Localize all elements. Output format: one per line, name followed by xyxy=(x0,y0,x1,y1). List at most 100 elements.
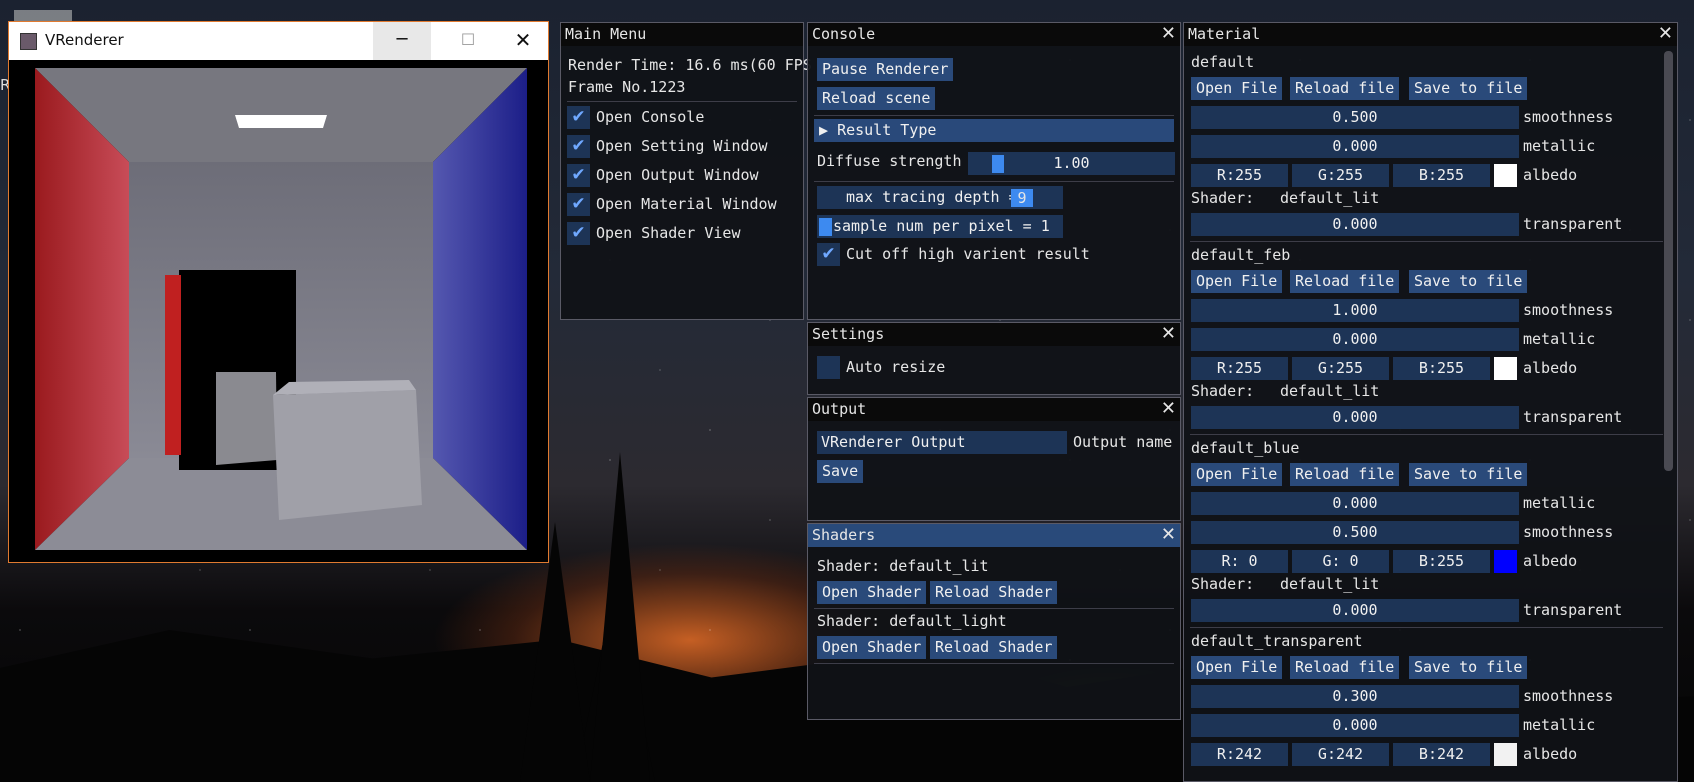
reload-shader-button[interactable]: Reload Shader xyxy=(930,581,1058,604)
transparent-slider[interactable]: 0.000 xyxy=(1191,599,1519,622)
vrenderer-window[interactable]: VRenderer ─ ☐ ✕ xyxy=(8,21,549,563)
red-channel-input[interactable]: R:242 xyxy=(1191,743,1288,766)
save-to-file-button[interactable]: Save to file xyxy=(1409,270,1528,293)
maximize-icon[interactable]: ☐ xyxy=(439,22,497,60)
slider-grab[interactable] xyxy=(992,155,1004,173)
material-slider[interactable]: 0.000 xyxy=(1191,135,1519,158)
close-icon[interactable]: ✕ xyxy=(1161,23,1176,44)
settings-title[interactable]: Settings ✕ xyxy=(808,323,1180,346)
menu-checkbox[interactable]: ✔ xyxy=(567,135,590,158)
material-slider[interactable]: 0.300 xyxy=(1191,685,1519,708)
open-file-button[interactable]: Open File xyxy=(1191,77,1283,100)
console-title[interactable]: Console ✕ xyxy=(808,23,1180,46)
material-slider[interactable]: 0.000 xyxy=(1191,492,1519,515)
transparent-slider[interactable]: 0.000 xyxy=(1191,406,1519,429)
result-type-label: Result Type xyxy=(837,121,937,139)
cutoff-checkbox[interactable]: ✔ xyxy=(817,243,840,266)
main-menu-title[interactable]: Main Menu xyxy=(561,23,803,46)
open-file-button[interactable]: Open File xyxy=(1191,270,1283,293)
output-title[interactable]: Output ✕ xyxy=(808,398,1180,421)
open-file-button[interactable]: Open File xyxy=(1191,463,1283,486)
green-channel-input[interactable]: G:242 xyxy=(1292,743,1389,766)
divider xyxy=(1190,434,1663,435)
max-depth-value[interactable]: 9 xyxy=(1011,189,1033,207)
material-slider[interactable]: 0.000 xyxy=(1191,328,1519,351)
output-name-input[interactable]: VRenderer Output xyxy=(817,431,1067,454)
pause-renderer-button[interactable]: Pause Renderer xyxy=(817,58,954,81)
save-button[interactable]: Save xyxy=(817,460,864,483)
result-type-header[interactable]: ▶ Result Type xyxy=(814,119,1174,142)
shaders-title[interactable]: Shaders ✕ xyxy=(808,524,1180,547)
material-slider[interactable]: 0.500 xyxy=(1191,106,1519,129)
albedo-color-swatch[interactable] xyxy=(1494,743,1517,766)
material-name: default_blue xyxy=(1191,439,1300,457)
reload-file-button[interactable]: Reload file xyxy=(1290,77,1400,100)
divider xyxy=(1190,627,1663,628)
check-icon: ✔ xyxy=(571,194,586,214)
shader-label: Shader: default_lit xyxy=(817,557,989,575)
albedo-color-swatch[interactable] xyxy=(1494,550,1517,573)
transparent-slider[interactable]: 0.000 xyxy=(1191,213,1519,236)
shaders-panel: Shaders ✕ Shader: default_lit Open Shader R… xyxy=(807,523,1181,720)
material-slider[interactable]: 0.500 xyxy=(1191,521,1519,544)
reload-shader-button[interactable]: Reload Shader xyxy=(930,636,1058,659)
red-channel-input[interactable]: R:255 xyxy=(1191,164,1288,187)
tree-silhouette xyxy=(590,452,650,782)
albedo-color-swatch[interactable] xyxy=(1494,164,1517,187)
menu-checkbox[interactable]: ✔ xyxy=(567,164,590,187)
reload-file-button[interactable]: Reload file xyxy=(1290,463,1400,486)
close-icon[interactable]: ✕ xyxy=(1658,23,1673,44)
reload-scene-button[interactable]: Reload scene xyxy=(817,87,936,110)
material-slider[interactable]: 1.000 xyxy=(1191,299,1519,322)
blue-channel-input[interactable]: B:255 xyxy=(1393,164,1490,187)
save-to-file-button[interactable]: Save to file xyxy=(1409,463,1528,486)
check-icon: ✔ xyxy=(821,244,836,264)
check-icon: ✔ xyxy=(571,223,586,243)
divider xyxy=(1190,241,1663,242)
material-slider[interactable]: 0.000 xyxy=(1191,714,1519,737)
open-shader-button[interactable]: Open Shader xyxy=(817,636,927,659)
material-title-text: Material xyxy=(1188,25,1261,43)
red-channel-input[interactable]: R: 0 xyxy=(1191,550,1288,573)
frame-number-text: Frame No.1223 xyxy=(568,78,686,96)
red-channel-input[interactable]: R:255 xyxy=(1191,357,1288,380)
menu-checkbox[interactable]: ✔ xyxy=(567,193,590,216)
close-icon[interactable]: ✕ xyxy=(1161,323,1176,344)
reload-file-button[interactable]: Reload file xyxy=(1290,270,1400,293)
close-icon[interactable]: ✕ xyxy=(1161,524,1176,545)
scrollbar[interactable] xyxy=(1664,51,1673,471)
green-channel-input[interactable]: G:255 xyxy=(1292,164,1389,187)
render-view[interactable] xyxy=(9,60,548,562)
console-title-text: Console xyxy=(812,25,876,43)
divider xyxy=(814,608,1174,609)
open-shader-button[interactable]: Open Shader xyxy=(817,581,927,604)
divider xyxy=(814,181,1174,182)
slider-grab[interactable] xyxy=(819,218,832,236)
window-titlebar[interactable]: VRenderer ─ ☐ ✕ xyxy=(9,22,548,60)
menu-checkbox[interactable]: ✔ xyxy=(567,222,590,245)
menu-checkbox[interactable]: ✔ xyxy=(567,106,590,129)
menu-item-label: Open Setting Window xyxy=(596,137,768,155)
shader-name: default_lit xyxy=(1280,189,1380,207)
close-icon[interactable]: ✕ xyxy=(1161,398,1176,419)
open-file-button[interactable]: Open File xyxy=(1191,656,1283,679)
save-to-file-button[interactable]: Save to file xyxy=(1409,77,1528,100)
app-icon xyxy=(20,33,37,50)
reload-file-button[interactable]: Reload file xyxy=(1290,656,1400,679)
menu-item-label: Open Output Window xyxy=(596,166,759,184)
blue-channel-input[interactable]: B:255 xyxy=(1393,357,1490,380)
material-slider-label: smoothness xyxy=(1523,108,1614,126)
close-icon[interactable]: ✕ xyxy=(497,22,549,60)
blue-channel-input[interactable]: B:242 xyxy=(1393,743,1490,766)
albedo-color-swatch[interactable] xyxy=(1494,357,1517,380)
sample-num-slider[interactable]: sample num per pixel = 1 xyxy=(817,215,1063,238)
green-channel-input[interactable]: G: 0 xyxy=(1292,550,1389,573)
save-to-file-button[interactable]: Save to file xyxy=(1409,656,1528,679)
auto-resize-checkbox[interactable] xyxy=(817,356,840,379)
material-title[interactable]: Material ✕ xyxy=(1184,23,1677,46)
check-icon: ✔ xyxy=(571,136,586,156)
minimize-icon[interactable]: ─ xyxy=(373,22,431,60)
blue-channel-input[interactable]: B:255 xyxy=(1393,550,1490,573)
green-channel-input[interactable]: G:255 xyxy=(1292,357,1389,380)
albedo-label: albedo xyxy=(1523,745,1578,763)
